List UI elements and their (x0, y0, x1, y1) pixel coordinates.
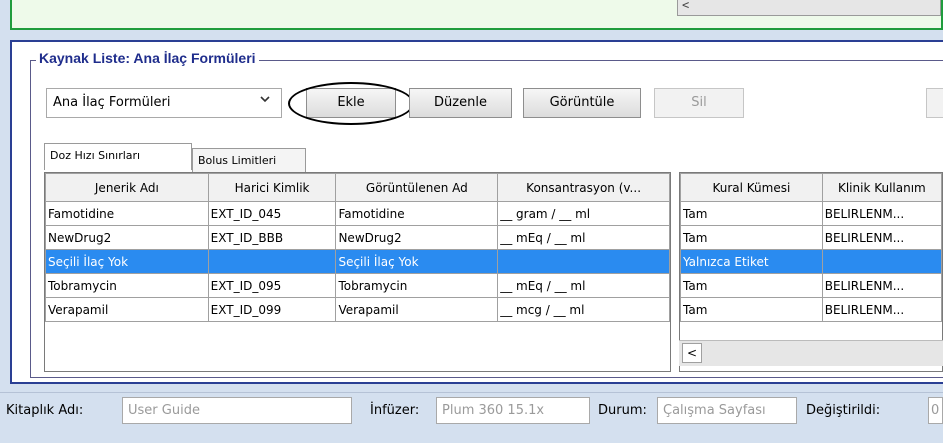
table-row[interactable]: Tam BELIRLENM... (680, 297, 943, 322)
cell-display-name: Seçili İlaç Yok (335, 249, 499, 274)
group-title: Kaynak Liste: Ana İlaç Formüleri (36, 50, 259, 66)
modified-field: 0 (928, 397, 943, 424)
cell-display-name: NewDrug2 (335, 225, 499, 250)
tab-dose-rate-limits[interactable]: Doz Hızı Sınırları (44, 143, 192, 170)
highlight-ellipse (288, 82, 414, 125)
scroll-left-icon[interactable]: < (682, 343, 702, 363)
cell-clinical-use: BELIRLENM... (821, 273, 943, 298)
scroll-left-icon[interactable]: < (682, 0, 689, 12)
table-row[interactable]: Verapamil EXT_ID_099 Verapamil __ mcg / … (45, 297, 670, 322)
cell-concentration: __ mEq / __ ml (497, 225, 670, 250)
cell-generic-name: Famotidine (45, 201, 209, 226)
cell-display-name: Verapamil (335, 297, 499, 322)
state-field: Çalışma Sayfası (657, 397, 797, 424)
cell-concentration: __ mcg / __ ml (497, 297, 670, 322)
delete-button[interactable]: Sil (654, 88, 744, 118)
infuser-field: Plum 360 15.1x (436, 397, 590, 424)
cell-generic-name: NewDrug2 (45, 225, 209, 250)
table-header-row: Kural Kümesi Klinik Kullanım (680, 173, 943, 202)
cell-external-id: EXT_ID_045 (207, 201, 337, 226)
cell-clinical-use (821, 249, 943, 274)
cell-concentration: __ gram / __ ml (497, 201, 670, 226)
table-header-row: Jenerik Adı Harici Kimlik Görüntülenen A… (45, 173, 670, 202)
cell-clinical-use: BELIRLENM... (821, 297, 943, 322)
tab-bolus-limits[interactable]: Bolus Limitleri (192, 148, 306, 173)
formulary-dropdown-value: Ana İlaç Formüleri (53, 95, 171, 110)
column-header-generic-name[interactable]: Jenerik Adı (45, 173, 209, 202)
cell-concentration (497, 249, 670, 274)
cell-display-name: Tobramycin (335, 273, 499, 298)
table-row[interactable]: Tam BELIRLENM... (680, 273, 943, 298)
cell-concentration: __ mEq / __ ml (497, 273, 670, 298)
cell-clinical-use: BELIRLENM... (821, 201, 943, 226)
column-header-concentration[interactable]: Konsantrasyon (v... (497, 173, 670, 202)
cell-rule-set: Yalnızca Etiket (680, 249, 823, 274)
table-row[interactable]: Famotidine EXT_ID_045 Famotidine __ gram… (45, 201, 670, 226)
state-label: Durum: (598, 403, 647, 418)
modified-label: Değiştirildi: (806, 403, 881, 418)
cell-external-id: EXT_ID_BBB (207, 225, 337, 250)
edit-button[interactable]: Düzenle (409, 88, 512, 118)
cell-external-id: EXT_ID_095 (207, 273, 337, 298)
infuser-label: İnfüzer: (370, 403, 420, 418)
view-button[interactable]: Görüntüle (523, 88, 641, 118)
column-header-display-name[interactable]: Görüntülenen Ad (335, 173, 499, 202)
column-header-external-id[interactable]: Harici Kimlik (207, 173, 337, 202)
right-table-horizontal-scrollbar[interactable] (679, 340, 943, 366)
cell-external-id: EXT_ID_099 (207, 297, 337, 322)
cell-generic-name: Verapamil (45, 297, 209, 322)
table-row[interactable]: NewDrug2 EXT_ID_BBB NewDrug2 __ mEq / __… (45, 225, 670, 250)
cell-display-name: Famotidine (335, 201, 499, 226)
top-horizontal-scrollbar[interactable]: < (677, 0, 941, 16)
cell-generic-name: Seçili İlaç Yok (45, 249, 209, 274)
library-name-label: Kitaplık Adı: (6, 403, 84, 418)
cell-rule-set: Tam (680, 273, 823, 298)
table-row[interactable]: Tam BELIRLENM... (680, 225, 943, 250)
column-header-clinical-use[interactable]: Klinik Kullanım (821, 173, 943, 202)
cell-generic-name: Tobramycin (45, 273, 209, 298)
cut-off-button[interactable] (926, 88, 943, 118)
library-name-field: User Guide (122, 397, 352, 424)
table-row-selected[interactable]: Seçili İlaç Yok Seçili İlaç Yok (45, 249, 670, 274)
formulary-dropdown[interactable]: Ana İlaç Formüleri (46, 88, 282, 118)
cell-external-id (207, 249, 337, 274)
column-header-rule-set[interactable]: Kural Kümesi (680, 173, 823, 202)
table-row-selected[interactable]: Yalnızca Etiket (680, 249, 943, 274)
cell-clinical-use: BELIRLENM... (821, 225, 943, 250)
table-row[interactable]: Tobramycin EXT_ID_095 Tobramycin __ mEq … (45, 273, 670, 298)
drug-table: Jenerik Adı Harici Kimlik Görüntülenen A… (44, 172, 671, 372)
cell-rule-set: Tam (680, 225, 823, 250)
chevron-down-icon (259, 93, 271, 109)
table-row[interactable]: Tam BELIRLENM... (680, 201, 943, 226)
cell-rule-set: Tam (680, 297, 823, 322)
cell-rule-set: Tam (680, 201, 823, 226)
